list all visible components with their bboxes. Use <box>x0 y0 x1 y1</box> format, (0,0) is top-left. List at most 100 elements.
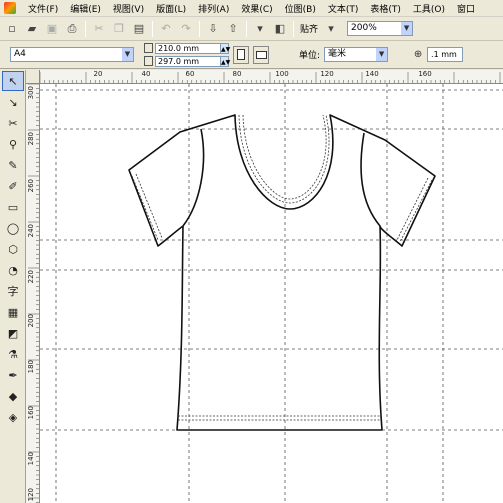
menu-bitmaps[interactable]: 位图(B) <box>279 2 322 15</box>
chevron-down-icon: ▼ <box>122 48 133 61</box>
table-tool-icon[interactable]: ▦ <box>2 302 24 322</box>
menu-view[interactable]: 视图(V) <box>107 2 150 15</box>
export-icon[interactable]: ⇧ <box>224 20 242 38</box>
menu-file[interactable]: 文件(F) <box>22 2 64 15</box>
landscape-button[interactable] <box>253 45 269 64</box>
menu-text[interactable]: 文本(T) <box>322 2 365 15</box>
paste-icon[interactable]: ▤ <box>130 20 148 38</box>
nudge-icon: ⊕ <box>413 48 423 60</box>
ellipse-tool-icon[interactable]: ◯ <box>2 218 24 238</box>
page-width-row: 210.0 mm ▲▼ <box>144 42 230 54</box>
t-shirt-drawing[interactable] <box>128 114 436 431</box>
import-icon[interactable]: ⇩ <box>204 20 222 38</box>
ruler-label: 280 <box>27 132 35 146</box>
save-icon[interactable]: ▣ <box>43 20 61 38</box>
ruler-label: 60 <box>185 70 195 78</box>
ruler-label: 220 <box>27 270 35 284</box>
toolbar-divider <box>246 20 247 37</box>
application-launcher-icon[interactable]: ▾ <box>251 20 269 38</box>
new-document-icon[interactable]: ▫ <box>3 20 21 38</box>
height-icon <box>144 56 153 66</box>
canvas-svg <box>40 84 503 503</box>
ruler-label: 120 <box>27 488 35 502</box>
open-folder-icon[interactable]: ▰ <box>23 20 41 38</box>
right-sleeve-hem-stitch <box>396 177 429 241</box>
ruler-origin[interactable] <box>26 70 40 84</box>
coreldraw-window: 文件(F) 编辑(E) 视图(V) 版面(L) 排列(A) 效果(C) 位图(B… <box>0 0 503 503</box>
ruler-label: 160 <box>27 406 35 420</box>
toolbar-divider <box>293 20 294 37</box>
vertical-ruler-ticks <box>28 84 39 503</box>
basic-shapes-tool-icon[interactable]: ◔ <box>2 260 24 280</box>
polygon-tool-icon[interactable]: ⬡ <box>2 239 24 259</box>
left-armhole-seam <box>182 128 205 227</box>
copy-icon[interactable]: ❐ <box>110 20 128 38</box>
snap-to-label[interactable]: 贴齐 <box>297 22 321 35</box>
landscape-icon <box>255 50 267 59</box>
left-sleeve-hem-stitch <box>135 173 163 239</box>
page-size-select[interactable]: A4 ▼ <box>10 47 134 62</box>
page-width-input[interactable]: 210.0 mm <box>155 42 221 54</box>
eyedropper-tool-icon[interactable]: ⚗ <box>2 344 24 364</box>
width-icon <box>144 43 153 53</box>
standard-toolbar: ▫ ▰ ▣ ⎙ ✂ ❐ ▤ ↶ ↷ ⇩ ⇧ ▾ ◧ 贴齐 ▾ 200% ▼ <box>0 17 503 41</box>
ruler-label: 260 <box>27 179 35 193</box>
undo-icon[interactable]: ↶ <box>157 20 175 38</box>
vertical-ruler[interactable]: 300 280 260 240 220 200 180 160 140 120 <box>26 84 40 503</box>
chevron-down-icon: ▼ <box>376 48 388 61</box>
freehand-tool-icon[interactable]: ✎ <box>2 155 24 175</box>
ruler-label: 300 <box>27 86 35 100</box>
menu-tools[interactable]: 工具(O) <box>407 2 451 15</box>
portrait-button[interactable] <box>233 45 249 64</box>
chevron-down-icon: ▼ <box>401 22 413 35</box>
ruler-label: 120 <box>320 70 334 78</box>
page-size-value: A4 <box>14 49 26 59</box>
ruler-label: 80 <box>232 70 242 78</box>
right-armhole-seam <box>360 132 381 227</box>
toolbar-divider <box>199 20 200 37</box>
ruler-label: 200 <box>27 314 35 328</box>
drawing-canvas[interactable] <box>40 84 503 503</box>
toolbox: ↖ ↘ ✂ ⚲ ✎ ✐ ▭ ◯ ⬡ ◔ 字 ▦ ◩ ⚗ ✒ ◆ ◈ <box>0 70 26 503</box>
right-sleeve-hem-stitch <box>399 179 433 243</box>
print-icon[interactable]: ⎙ <box>63 20 81 38</box>
pick-tool-icon[interactable]: ↖ <box>2 71 24 91</box>
menu-table[interactable]: 表格(T) <box>364 2 407 15</box>
portrait-icon <box>237 49 245 60</box>
ruler-label: 20 <box>93 70 103 78</box>
page-height-row: 297.0 mm ▲▼ <box>144 55 230 67</box>
page-height-input[interactable]: 297.0 mm <box>155 55 221 67</box>
menu-arrange[interactable]: 排列(A) <box>192 2 235 15</box>
spin-arrows-icon[interactable]: ▲▼ <box>221 55 230 67</box>
units-label: 单位: <box>299 51 321 61</box>
smart-fill-tool-icon[interactable]: ✐ <box>2 176 24 196</box>
ruler-label: 100 <box>275 70 289 78</box>
menu-layout[interactable]: 版面(L) <box>150 2 192 15</box>
spin-arrows-icon[interactable]: ▲▼ <box>221 42 230 54</box>
menu-effects[interactable]: 效果(C) <box>235 2 278 15</box>
redo-icon[interactable]: ↷ <box>177 20 195 38</box>
interactive-fill-tool-icon[interactable]: ◈ <box>2 407 24 427</box>
cut-icon[interactable]: ✂ <box>90 20 108 38</box>
fill-tool-icon[interactable]: ◆ <box>2 386 24 406</box>
shape-tool-icon[interactable]: ↘ <box>2 92 24 112</box>
horizontal-ruler[interactable]: 20 40 60 80 100 120 140 160 <box>40 70 503 84</box>
zoom-level-select[interactable]: 200% ▼ <box>347 21 414 36</box>
text-tool-icon[interactable]: 字 <box>2 281 24 301</box>
menu-window[interactable]: 窗口 <box>451 2 481 15</box>
ruler-label: 140 <box>27 452 35 466</box>
crop-tool-icon[interactable]: ✂ <box>2 113 24 133</box>
units-select[interactable]: 毫米 ▼ <box>324 47 389 62</box>
zoom-tool-icon[interactable]: ⚲ <box>2 134 24 154</box>
ruler-label: 40 <box>141 70 151 78</box>
nudge-distance-input[interactable]: .1 mm <box>427 47 464 62</box>
interactive-blend-tool-icon[interactable]: ◩ <box>2 323 24 343</box>
outline-tool-icon[interactable]: ✒ <box>2 365 24 385</box>
toolbar-divider <box>152 20 153 37</box>
menu-edit[interactable]: 编辑(E) <box>64 2 107 15</box>
app-logo-icon <box>4 2 16 14</box>
ruler-label: 180 <box>27 360 35 374</box>
rectangle-tool-icon[interactable]: ▭ <box>2 197 24 217</box>
snap-dropdown-icon[interactable]: ▾ <box>322 20 340 38</box>
welcome-screen-icon[interactable]: ◧ <box>271 20 289 38</box>
